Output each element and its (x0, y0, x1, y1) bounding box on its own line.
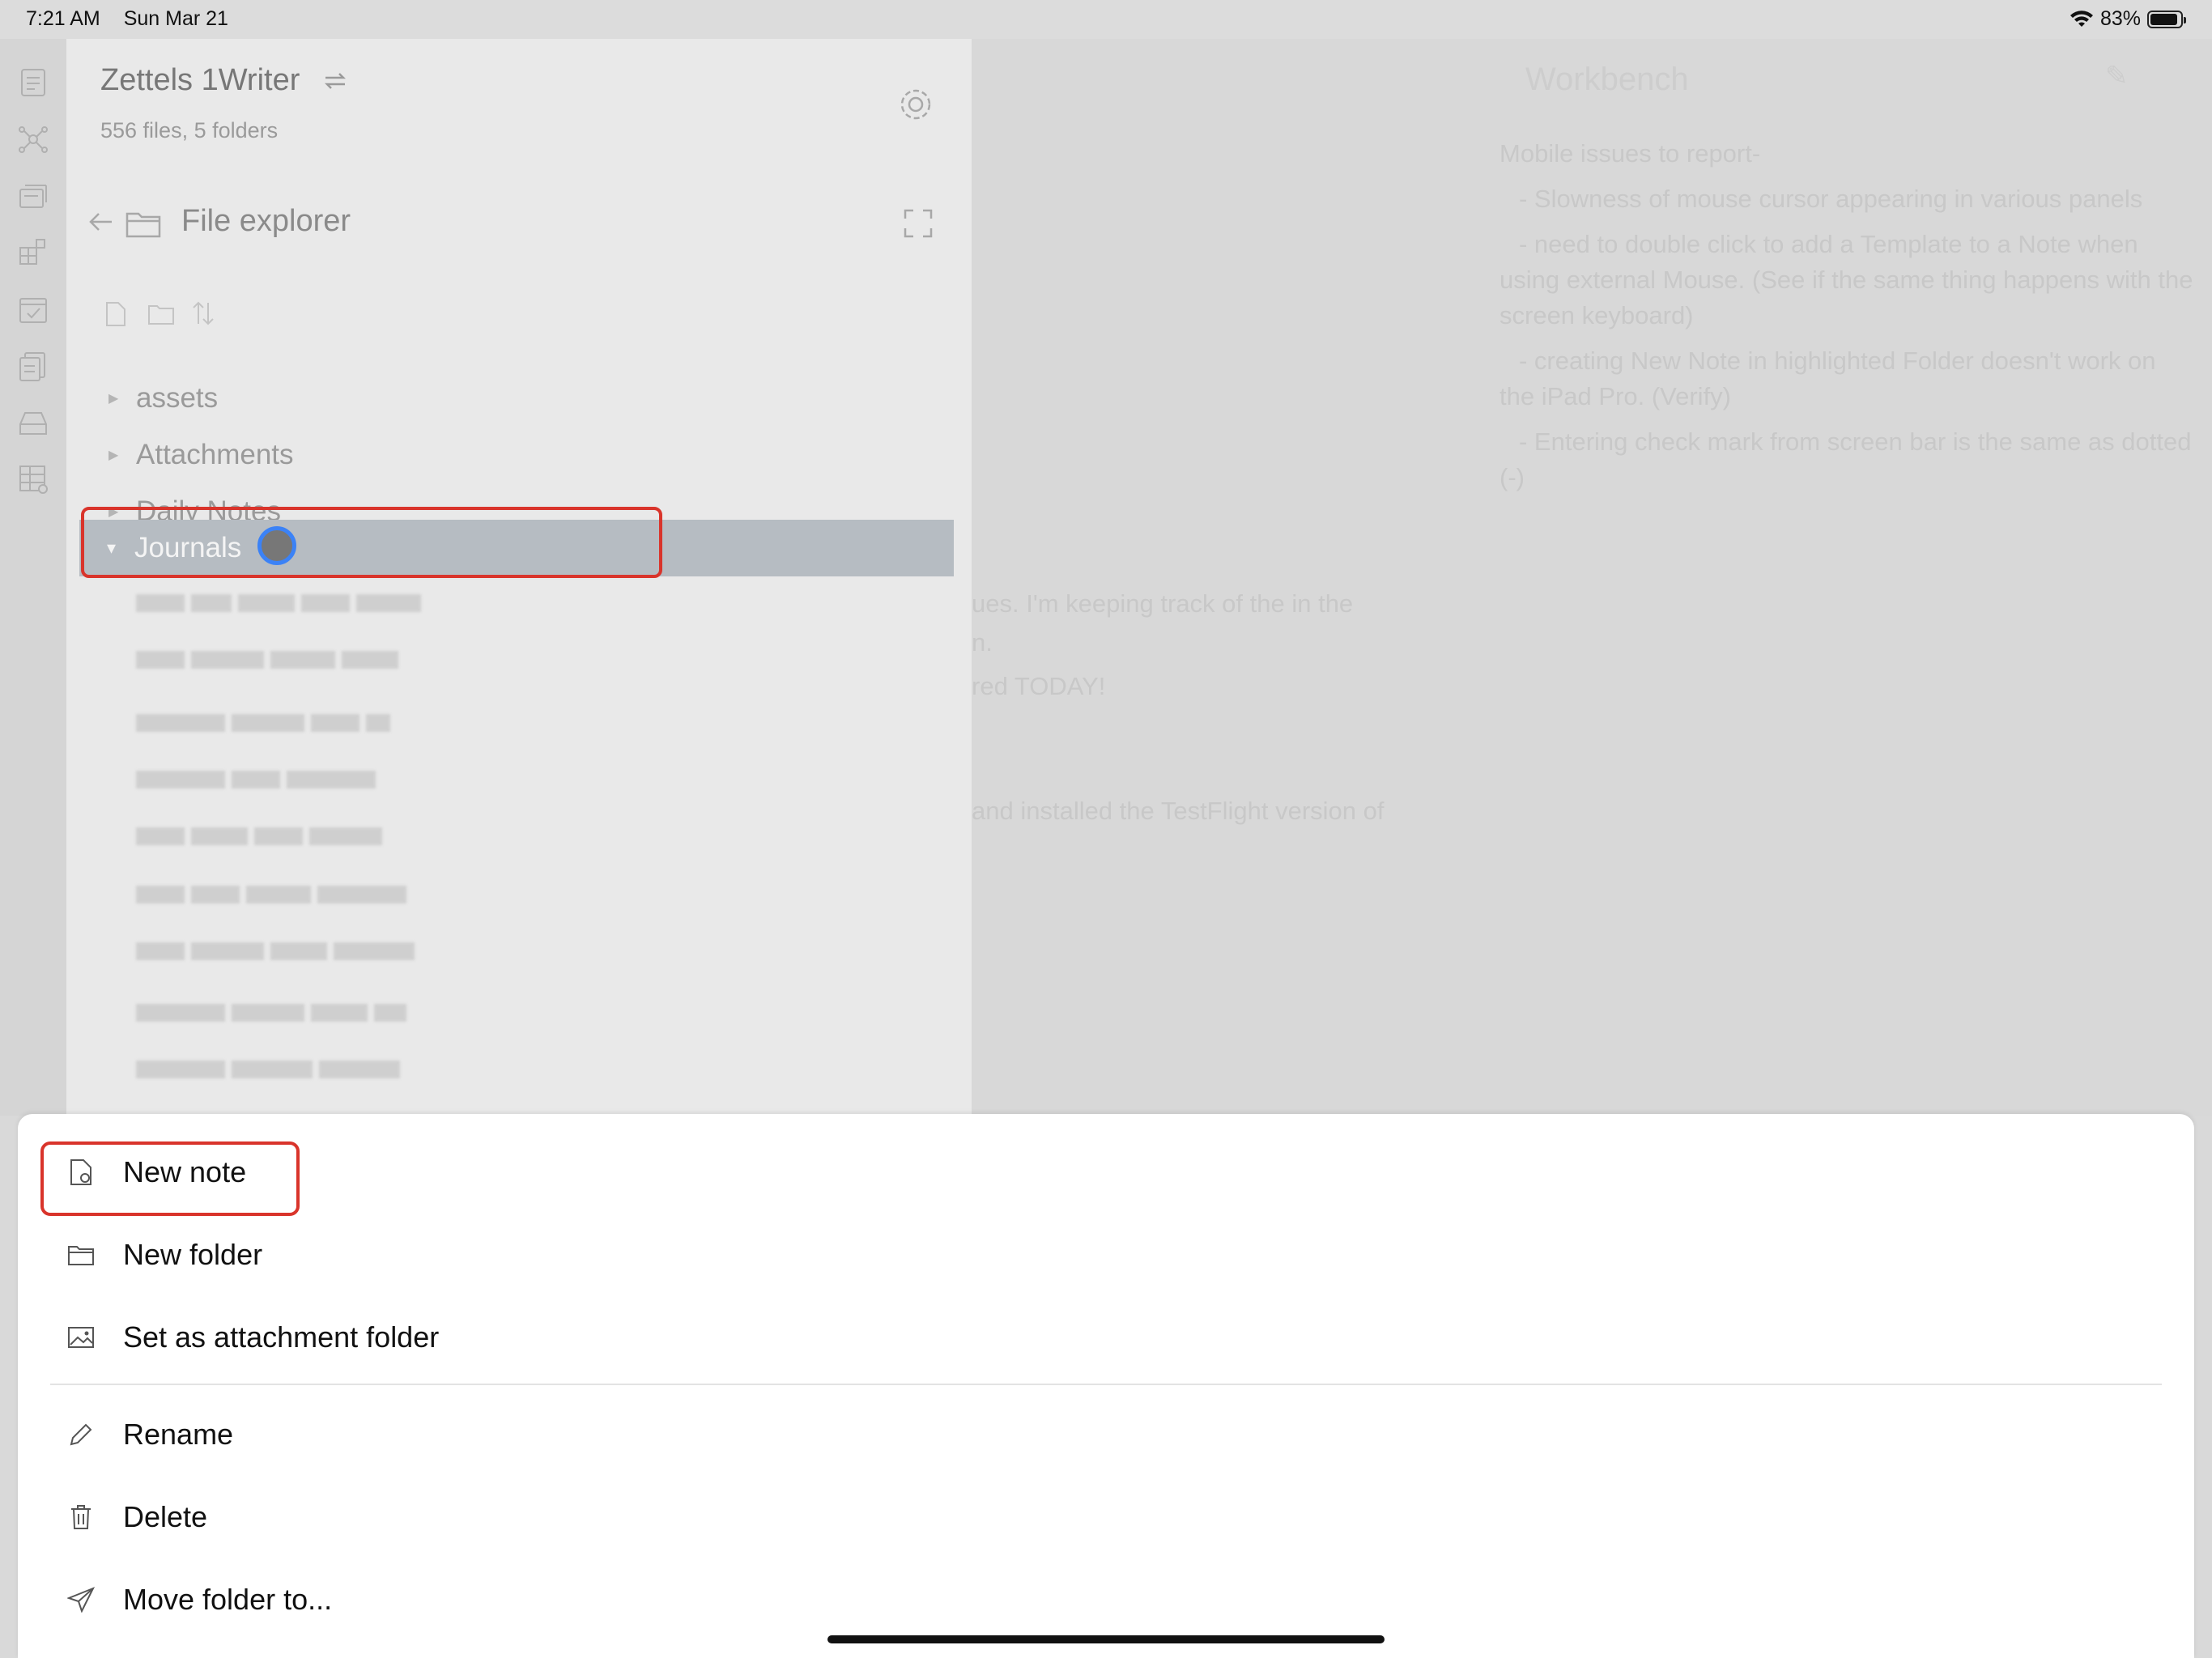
note-content: Mobile issues to report- - Slowness of m… (1499, 136, 2196, 505)
sort-icon[interactable] (191, 300, 215, 327)
blurred-file-row[interactable] (136, 1061, 444, 1085)
new-note-icon[interactable] (105, 301, 126, 327)
folder-context-menu: New note New folder Set as attachment fo… (18, 1114, 2194, 1658)
folder-label: Attachments (136, 439, 294, 470)
status-bar: 7:21 AM Sun Mar 21 83% (0, 0, 2212, 39)
menu-divider (50, 1384, 2162, 1385)
blurred-file-row[interactable] (136, 651, 444, 675)
note-fragment: red TODAY! (972, 672, 1106, 700)
status-date: Sun Mar 21 (123, 7, 228, 30)
folder-label: assets (136, 382, 219, 414)
templates-icon[interactable] (17, 350, 49, 382)
gear-icon[interactable] (894, 83, 938, 126)
note-fragment: ues. I'm keeping track of the in the (972, 589, 1354, 618)
folder-icon (66, 1240, 96, 1269)
chevron-right-icon: ▶ (108, 392, 119, 406)
open-quick-switcher-icon[interactable] (17, 66, 49, 99)
pencil-icon[interactable]: ✎ (2105, 60, 2129, 92)
blurred-file-row[interactable] (136, 1004, 444, 1028)
note-title: Workbench (1525, 62, 1689, 97)
file-explorer-sidebar: Zettels 1Writer 556 files, 5 folders Fil… (66, 39, 972, 1116)
note-line: - Entering check mark from screen bar is… (1499, 427, 2192, 491)
battery-icon (2147, 10, 2186, 28)
note-line: - Slowness of mouse cursor appearing in … (1519, 185, 2143, 213)
blurred-file-row[interactable] (136, 771, 444, 795)
pencil-icon (66, 1420, 96, 1449)
menu-item-delete[interactable]: Delete (66, 1491, 207, 1543)
sync-icon[interactable] (321, 66, 350, 96)
menu-item-new-folder[interactable]: New folder (66, 1229, 262, 1281)
menu-item-label: Move folder to... (123, 1583, 333, 1616)
vault-name[interactable]: Zettels 1Writer (100, 63, 300, 98)
open-today-icon[interactable] (17, 180, 49, 212)
note-line: - need to double click to add a Template… (1499, 230, 2193, 329)
note-line: - creating New Note in highlighted Folde… (1499, 346, 2156, 410)
back-arrow-icon[interactable] (86, 207, 115, 236)
wifi-icon (2069, 10, 2093, 27)
annotation-highlight-new-note (40, 1141, 300, 1216)
note-fragment: and installed the TestFlight version of (972, 797, 1385, 825)
archive-icon[interactable] (17, 406, 49, 439)
battery-percent: 83% (2099, 7, 2141, 30)
menu-item-label: Set as attachment folder (123, 1320, 440, 1354)
menu-item-label: New folder (123, 1238, 263, 1271)
folder-icon (125, 212, 161, 238)
folder-item-assets[interactable]: ▶ assets (108, 376, 218, 421)
kanban-icon[interactable] (17, 236, 49, 269)
note-fragment: n. (972, 628, 993, 657)
blurred-file-row[interactable] (136, 942, 444, 967)
blurred-file-row[interactable] (136, 827, 444, 852)
new-folder-icon[interactable] (147, 301, 175, 325)
folder-item-attachments[interactable]: ▶ Attachments (108, 432, 294, 478)
status-time: 7:21 AM (26, 7, 100, 30)
expand-icon[interactable] (902, 207, 934, 240)
ribbon (0, 39, 66, 1116)
image-icon (66, 1323, 96, 1352)
send-icon (66, 1585, 96, 1614)
menu-item-move-folder[interactable]: Move folder to... (66, 1574, 332, 1626)
menu-item-rename[interactable]: Rename (66, 1409, 233, 1460)
trash-icon (66, 1503, 96, 1532)
blurred-file-row[interactable] (136, 714, 444, 738)
menu-item-label: Rename (123, 1418, 234, 1451)
graph-view-icon[interactable] (17, 123, 49, 155)
panel-title: File explorer (181, 204, 351, 238)
blurred-file-row[interactable] (136, 594, 444, 619)
note-line: Mobile issues to report- (1499, 139, 1761, 168)
menu-item-label: Delete (123, 1500, 208, 1533)
annotation-highlight-journals (81, 507, 662, 578)
calendar-check-icon[interactable] (17, 293, 49, 325)
vault-stats: 556 files, 5 folders (100, 118, 279, 142)
blurred-file-row[interactable] (136, 886, 444, 910)
database-table-icon[interactable] (17, 463, 49, 495)
chevron-right-icon: ▶ (108, 449, 119, 462)
editor-pane: Workbench ✎ Mobile issues to report- - S… (972, 39, 2212, 1116)
home-indicator[interactable] (827, 1635, 1385, 1643)
menu-item-set-attachment-folder[interactable]: Set as attachment folder (66, 1312, 439, 1363)
